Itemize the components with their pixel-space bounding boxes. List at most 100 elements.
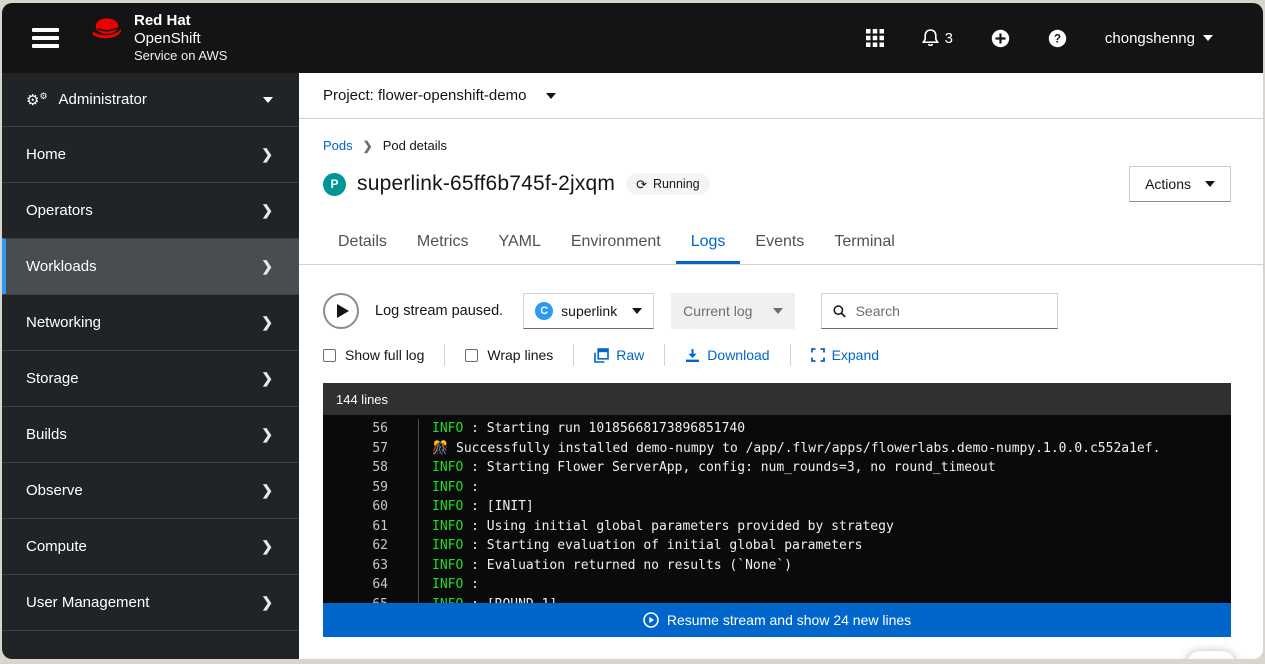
gears-icon: ⚙⚙ [26,91,48,109]
log-line: 62INFO : Starting evaluation of initial … [323,536,1231,556]
sidebar-item-user-management[interactable]: User Management❯ [2,574,299,630]
perspective-label: Administrator [59,91,147,108]
pod-resource-badge: P [323,173,346,196]
chevron-right-icon: ❯ [261,146,273,163]
search-input[interactable] [856,303,1047,319]
sidebar-item-workloads[interactable]: Workloads❯ [2,238,299,294]
divider [444,344,445,366]
log-line: 63INFO : Evaluation returned no results … [323,556,1231,576]
chevron-right-icon: ❯ [261,426,273,443]
resume-stream-play-button[interactable] [323,293,359,329]
redhat-fedora-icon [89,14,125,40]
log-line: 61INFO : Using initial global parameters… [323,517,1231,537]
log-line: 58INFO : Starting Flower ServerApp, conf… [323,458,1231,478]
app-launcher-grid-icon[interactable] [866,29,884,47]
divider [664,344,665,366]
chevron-right-icon: ❯ [261,594,273,611]
masthead: Red Hat OpenShift Service on AWS 3 [2,3,1263,73]
chevron-right-icon: ❯ [261,202,273,219]
project-selector-label: Project: flower-openshift-demo [323,87,526,104]
sidebar-item-partial [2,630,299,659]
sidebar-item-operators[interactable]: Operators❯ [2,182,299,238]
nav-toggle-hamburger-icon[interactable] [32,24,59,53]
log-line: 59INFO : [323,478,1231,498]
tab-yaml[interactable]: YAML [483,223,555,264]
chevron-right-icon: ❯ [261,482,273,499]
tab-environment[interactable]: Environment [556,223,676,264]
sidebar-item-storage[interactable]: Storage❯ [2,350,299,406]
log-line-count: 144 lines [323,383,1231,415]
help-question-circle-icon[interactable]: ? [1048,29,1067,48]
brand-redhat: Red Hat [134,12,227,30]
chevron-down-icon [632,308,642,314]
chevron-down-icon [773,308,783,314]
stream-status-text: Log stream paused. [375,303,503,319]
pod-detail-tabs: Details Metrics YAML Environment Logs Ev… [299,223,1263,265]
app-window: Red Hat OpenShift Service on AWS 3 [2,3,1263,659]
raw-window-icon [594,348,609,363]
brand-openshift: OpenShift [134,30,227,48]
show-full-log-checkbox[interactable]: Show full log [323,347,424,363]
log-output[interactable]: 56INFO : Starting run 101856681738968517… [323,415,1231,603]
brand-service: Service on AWS [134,48,227,64]
container-select[interactable]: C superlink [523,293,654,329]
log-options-row: Show full log Wrap lines R [323,344,1231,366]
tab-details[interactable]: Details [323,223,402,264]
chevron-down-icon [1205,181,1215,187]
play-icon [337,304,349,318]
page-header: Pods ❯ Pod details P superlink-65ff6b745… [299,119,1263,202]
wrap-lines-checkbox[interactable]: Wrap lines [465,347,553,363]
notification-count: 3 [945,30,953,47]
user-menu[interactable]: chongshenng [1105,30,1213,47]
log-type-select[interactable]: Current log [671,293,795,329]
container-badge-icon: C [535,302,553,320]
sidebar-item-builds[interactable]: Builds❯ [2,406,299,462]
log-controls-row: Log stream paused. C superlink Current l… [323,293,1231,329]
perspective-switcher[interactable]: ⚙⚙ Administrator [2,73,299,126]
sidebar-item-home[interactable]: Home❯ [2,126,299,182]
sidebar-nav: ⚙⚙ Administrator Home❯ Operators❯ Worklo… [2,73,299,659]
log-viewer: 144 lines 56INFO : Starting run 10185668… [323,383,1231,637]
search-icon [833,304,846,319]
breadcrumb: Pods ❯ Pod details [323,138,1231,153]
breadcrumb-current: Pod details [383,138,447,153]
chevron-right-icon: ❯ [261,538,273,555]
main-content: Project: flower-openshift-demo Pods ❯ Po… [299,73,1263,659]
sidebar-item-compute[interactable]: Compute❯ [2,518,299,574]
title-row: P superlink-65ff6b745f-2jxqm ⟳ Running A… [323,166,1231,202]
log-line: 64INFO : [323,575,1231,595]
resume-stream-banner[interactable]: Resume stream and show 24 new lines [323,603,1231,637]
screen-capture-overlay-button[interactable] [1187,651,1235,659]
project-selector[interactable]: Project: flower-openshift-demo [299,73,1263,119]
checkbox-icon [465,349,478,362]
import-plus-circle-icon[interactable] [991,29,1010,48]
notifications-bell[interactable]: 3 [922,29,953,47]
svg-text:?: ? [1054,33,1061,45]
log-type-value: Current log [683,303,752,319]
tab-metrics[interactable]: Metrics [402,223,484,264]
sidebar-item-observe[interactable]: Observe❯ [2,462,299,518]
sidebar-item-networking[interactable]: Networking❯ [2,294,299,350]
logs-tab-content: Log stream paused. C superlink Current l… [299,265,1263,659]
log-line: 57🎊 Successfully installed demo-numpy to… [323,439,1231,459]
divider [790,344,791,366]
log-search-box [821,293,1058,329]
tab-events[interactable]: Events [740,223,819,264]
checkbox-icon [323,349,336,362]
download-link[interactable]: Download [685,347,769,363]
chevron-down-icon [1203,35,1213,41]
chevron-right-icon: ❯ [261,258,273,275]
actions-button[interactable]: Actions [1129,166,1231,202]
breadcrumb-pods-link[interactable]: Pods [323,138,353,153]
tab-terminal[interactable]: Terminal [819,223,909,264]
expand-link[interactable]: Expand [811,347,879,363]
resume-banner-label: Resume stream and show 24 new lines [667,612,911,628]
chevron-right-icon: ❯ [363,139,373,153]
status-label: Running [653,177,700,191]
sync-icon: ⟳ [636,178,647,191]
bell-icon [922,29,939,47]
tab-logs[interactable]: Logs [676,223,741,264]
raw-link[interactable]: Raw [594,347,644,363]
log-line: 65INFO : [ROUND 1] [323,595,1231,604]
chevron-down-icon [263,97,273,103]
